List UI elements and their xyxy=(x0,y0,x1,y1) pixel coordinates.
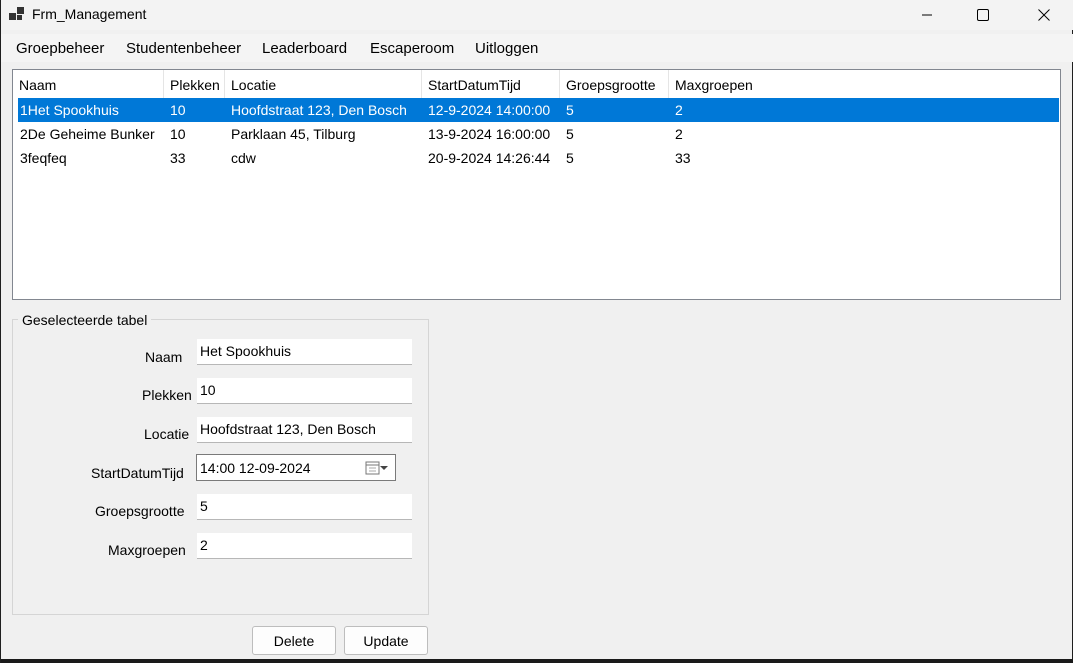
cell-startdatumtijd: 20-9-2024 14:26:44 xyxy=(428,150,551,166)
cell-maxgroepen: 33 xyxy=(675,150,691,166)
menu-escaperoom[interactable]: Escaperoom xyxy=(370,40,454,57)
cell-plekken: 33 xyxy=(170,150,186,166)
cell-plekken: 10 xyxy=(170,126,186,142)
cell-startdatumtijd: 13-9-2024 16:00:00 xyxy=(428,126,551,142)
column-header-locatie[interactable]: Locatie xyxy=(225,70,422,98)
groepsgrootte-label: Groepsgrootte xyxy=(95,503,185,519)
cell-groepsgrootte: 5 xyxy=(566,102,574,118)
cell-naam: 1Het Spookhuis xyxy=(20,102,119,118)
menu-studentenbeheer[interactable]: Studentenbeheer xyxy=(126,40,241,57)
table-row[interactable]: 3feqfeq 33 cdw 20-9-2024 14:26:44 5 33 xyxy=(18,146,1059,170)
close-button[interactable] xyxy=(1017,0,1071,30)
title-bar: Frm_Management xyxy=(1,0,1073,30)
plekken-label: Plekken xyxy=(142,387,192,403)
delete-button[interactable]: Delete xyxy=(252,626,336,655)
update-button[interactable]: Update xyxy=(344,626,428,655)
startdatumtijd-value: 14:00 12-09-2024 xyxy=(200,460,311,476)
minimize-icon xyxy=(922,14,932,16)
table-row[interactable]: 1Het Spookhuis 10 Hoofdstraat 123, Den B… xyxy=(18,98,1059,122)
maxgroepen-label: Maxgroepen xyxy=(108,542,186,558)
plekken-field[interactable]: 10 xyxy=(197,378,412,404)
column-header-startdatumtijd[interactable]: StartDatumTijd xyxy=(422,70,560,98)
app-icon xyxy=(9,7,24,20)
maxgroepen-field[interactable]: 2 xyxy=(197,533,412,559)
cell-locatie: cdw xyxy=(231,150,256,166)
naam-field[interactable]: Het Spookhuis xyxy=(197,339,412,365)
maximize-icon xyxy=(977,9,989,21)
calendar-icon[interactable] xyxy=(365,460,389,476)
window-title: Frm_Management xyxy=(32,6,147,22)
menu-leaderboard[interactable]: Leaderboard xyxy=(262,40,347,57)
cell-groepsgrootte: 5 xyxy=(566,150,574,166)
cell-maxgroepen: 2 xyxy=(675,102,683,118)
cell-locatie: Parklaan 45, Tilburg xyxy=(231,126,356,142)
minimize-button[interactable] xyxy=(900,0,954,30)
cell-naam: 3feqfeq xyxy=(20,150,67,166)
cell-locatie: Hoofdstraat 123, Den Bosch xyxy=(231,102,407,118)
table-row[interactable]: 2De Geheime Bunker 10 Parklaan 45, Tilbu… xyxy=(18,122,1059,146)
window-bottom-border xyxy=(1,659,1073,663)
menu-uitloggen[interactable]: Uitloggen xyxy=(475,40,538,57)
cell-plekken: 10 xyxy=(170,102,186,118)
groepsgrootte-field[interactable]: 5 xyxy=(197,494,412,520)
cell-maxgroepen: 2 xyxy=(675,126,683,142)
close-icon xyxy=(1038,9,1050,21)
locatie-label: Locatie xyxy=(144,426,190,442)
menu-groepbeheer[interactable]: Groepbeheer xyxy=(16,40,104,57)
startdatumtijd-label: StartDatumTijd xyxy=(91,465,184,481)
maximize-button[interactable] xyxy=(956,0,1010,30)
cell-groepsgrootte: 5 xyxy=(566,126,574,142)
escaperoom-list[interactable]: Naam Plekken Locatie StartDatumTijd Groe… xyxy=(12,69,1061,300)
column-header-maxgroepen[interactable]: Maxgroepen xyxy=(669,70,1060,98)
cell-startdatumtijd: 12-9-2024 14:00:00 xyxy=(428,102,551,118)
cell-naam: 2De Geheime Bunker xyxy=(20,126,155,142)
locatie-field[interactable]: Hoofdstraat 123, Den Bosch xyxy=(197,417,412,443)
naam-label: Naam xyxy=(145,349,183,365)
startdatumtijd-picker[interactable]: 14:00 12-09-2024 xyxy=(196,454,396,481)
column-header-plekken[interactable]: Plekken xyxy=(164,70,225,98)
list-header: Naam Plekken Locatie StartDatumTijd Groe… xyxy=(13,70,1060,98)
column-header-groepsgrootte[interactable]: Groepsgrootte xyxy=(560,70,669,98)
menu-bar: Groepbeheer Studentenbeheer Leaderboard … xyxy=(1,34,1073,62)
groupbox-title: Geselecteerde tabel xyxy=(18,312,152,328)
column-header-naam[interactable]: Naam xyxy=(13,70,164,98)
